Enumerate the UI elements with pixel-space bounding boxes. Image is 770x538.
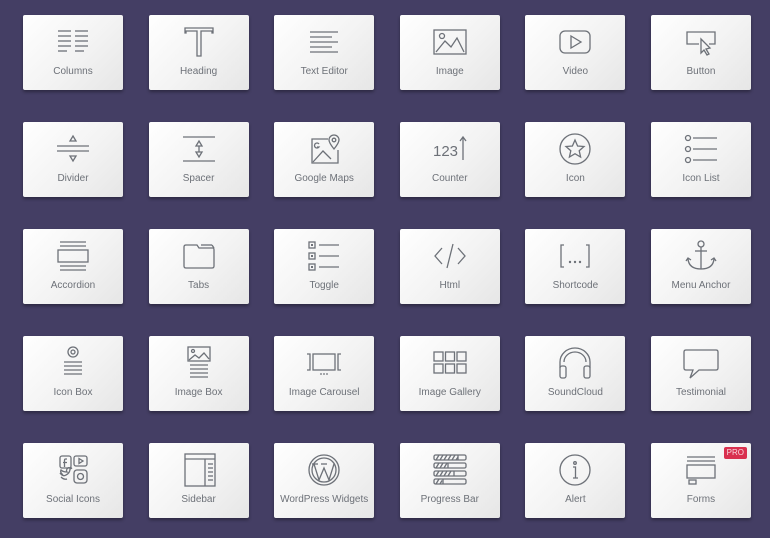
widget-columns[interactable]: Columns [23, 15, 123, 90]
divider-icon [53, 132, 93, 166]
button-icon [681, 25, 721, 59]
widget-button[interactable]: Button [650, 15, 751, 90]
widget-label: Icon [565, 173, 585, 184]
widget-label: Image Box [174, 387, 223, 398]
widget-label: Image Gallery [418, 387, 481, 398]
widget-video[interactable]: Video [525, 15, 626, 90]
forms-icon [681, 453, 721, 487]
widget-progress-bar[interactable]: Progress Bar [399, 443, 500, 518]
spacer-icon [179, 132, 219, 166]
widget-label: Menu Anchor [671, 280, 731, 291]
widget-sidebar[interactable]: Sidebar [148, 443, 249, 518]
html-icon [430, 239, 470, 273]
text-editor-icon [304, 25, 344, 59]
wordpress-icon [304, 453, 344, 487]
widget-label: Icon List [682, 173, 720, 184]
widget-google-maps[interactable]: Google Maps [274, 122, 375, 197]
image-gallery-icon [430, 346, 470, 380]
sidebar-icon [179, 453, 219, 487]
widget-alert[interactable]: Alert [525, 443, 626, 518]
widget-icon-box[interactable]: Icon Box [23, 336, 123, 411]
info-icon [555, 453, 595, 487]
widget-label: Alert [565, 494, 586, 505]
widget-image-gallery[interactable]: Image Gallery [399, 336, 500, 411]
tabs-icon [179, 239, 219, 273]
widget-label: SoundCloud [547, 387, 603, 398]
widget-heading[interactable]: Heading [148, 15, 249, 90]
widget-label: Google Maps [294, 173, 354, 184]
widget-social-icons[interactable]: Social Icons [23, 443, 123, 518]
widget-menu-anchor[interactable]: Menu Anchor [650, 229, 751, 304]
widget-label: Divider [57, 173, 89, 184]
widget-label: Heading [179, 66, 218, 77]
widget-image-box[interactable]: Image Box [148, 336, 249, 411]
widget-icon-list[interactable]: Icon List [650, 122, 751, 197]
widget-label: Progress Bar [420, 494, 479, 505]
widget-icon[interactable]: Icon [525, 122, 626, 197]
accordion-icon [53, 239, 93, 273]
widget-forms[interactable]: PRO Forms [650, 443, 751, 518]
icon-box-icon [53, 346, 93, 380]
widget-counter[interactable]: 123 Counter [399, 122, 500, 197]
heading-icon [179, 25, 219, 59]
widget-label: Counter [431, 173, 468, 184]
widget-label: Social Icons [46, 494, 100, 505]
widget-label: Columns [53, 66, 93, 77]
widget-label: Html [439, 280, 461, 291]
widget-label: Icon Box [53, 387, 93, 398]
google-maps-icon [304, 132, 344, 166]
headphones-icon [555, 346, 595, 380]
anchor-icon [681, 239, 721, 273]
widget-label: Image Carousel [288, 387, 360, 398]
widget-label: Image [435, 66, 464, 77]
widget-testimonial[interactable]: Testimonial [650, 336, 751, 411]
widget-soundcloud[interactable]: SoundCloud [525, 336, 626, 411]
widget-label: Text Editor [300, 66, 348, 77]
widget-label: WordPress Widgets [280, 494, 369, 505]
image-box-icon [179, 346, 219, 380]
svg-text:123: 123 [433, 143, 458, 160]
widget-grid: Columns Heading Text Editor Image Video … [23, 15, 751, 518]
widget-label: Spacer [182, 173, 215, 184]
widget-shortcode[interactable]: Shortcode [525, 229, 626, 304]
widget-label: Accordion [50, 280, 96, 291]
widget-label: Forms [686, 494, 716, 505]
social-icons-icon [53, 453, 93, 487]
columns-icon [53, 25, 93, 59]
star-icon [555, 132, 595, 166]
widget-spacer[interactable]: Spacer [148, 122, 249, 197]
widget-label: Tabs [188, 280, 210, 291]
video-icon [555, 25, 595, 59]
widget-toggle[interactable]: Toggle [274, 229, 375, 304]
widget-label: Button [686, 66, 716, 77]
shortcode-icon [555, 239, 595, 273]
icon-list-icon [681, 132, 721, 166]
widget-text-editor[interactable]: Text Editor [274, 15, 375, 90]
widget-label: Video [562, 66, 589, 77]
widget-image-carousel[interactable]: Image Carousel [274, 336, 375, 411]
widget-label: Toggle [309, 280, 339, 291]
widget-tabs[interactable]: Tabs [148, 229, 249, 304]
widget-html[interactable]: Html [399, 229, 500, 304]
widget-image[interactable]: Image [399, 15, 500, 90]
image-carousel-icon [304, 346, 344, 380]
progress-bar-icon [430, 453, 470, 487]
widget-label: Sidebar [181, 494, 216, 505]
speech-bubble-icon [681, 346, 721, 380]
toggle-icon [304, 239, 344, 273]
counter-icon: 123 [430, 132, 470, 166]
widget-label: Shortcode [552, 280, 599, 291]
widget-divider[interactable]: Divider [23, 122, 123, 197]
widget-wordpress-widgets[interactable]: WordPress Widgets [274, 443, 375, 518]
widget-label: Testimonial [675, 387, 726, 398]
image-icon [430, 25, 470, 59]
pro-badge: PRO [723, 447, 747, 459]
widget-accordion[interactable]: Accordion [23, 229, 123, 304]
